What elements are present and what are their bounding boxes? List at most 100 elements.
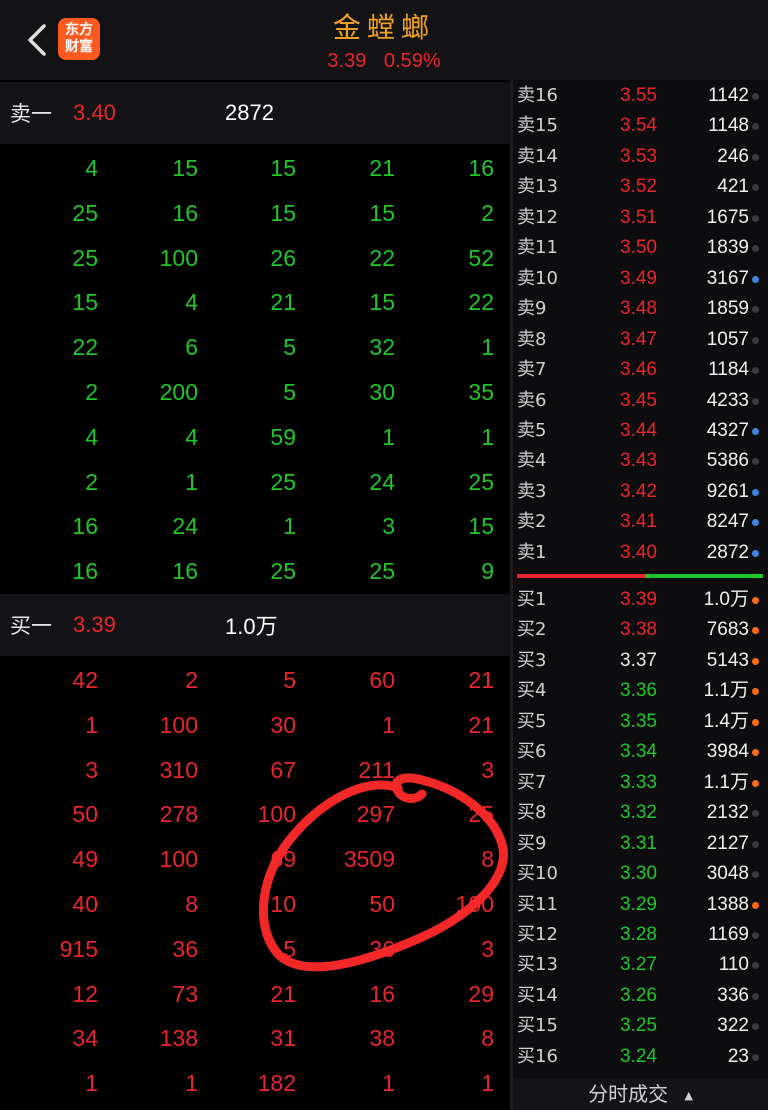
queue-order-size: 297: [356, 801, 395, 828]
level-price: 3.28: [620, 923, 657, 945]
queue-order-size: 211: [358, 756, 395, 783]
queue-order-size: 1: [283, 513, 296, 540]
queue-row: 1 1 182 1 1: [0, 1061, 510, 1106]
level-volume: 1142: [708, 85, 749, 106]
price-summary: 3.39 0.59%: [0, 50, 768, 73]
order-book-level[interactable]: 卖1 3.40 2872: [513, 538, 768, 569]
queue-order-size: 1: [481, 423, 494, 450]
order-book-level[interactable]: 卖10 3.49 3167: [513, 264, 768, 295]
order-book-level[interactable]: 卖11 3.50 1839: [513, 233, 768, 264]
order-book-level[interactable]: 卖14 3.53 246: [513, 142, 768, 173]
caret-up-icon: ▲: [684, 1088, 693, 1102]
queue-row: 40 8 10 50 100: [0, 882, 510, 927]
queue-order-size: 49: [72, 846, 98, 873]
order-book-level[interactable]: 卖3 3.42 9261: [513, 477, 768, 508]
level-label: 买11: [517, 893, 558, 915]
queue-order-size: 21: [468, 667, 494, 693]
queue-order-size: 100: [159, 846, 198, 873]
order-book-level[interactable]: 卖9 3.48 1859: [513, 294, 768, 325]
order-book-level[interactable]: 卖4 3.43 5386: [513, 446, 768, 477]
queue-order-size: 21: [369, 155, 395, 181]
order-book-level[interactable]: 买4 3.36 1.1万: [513, 676, 768, 707]
order-book-level[interactable]: 买16 3.24 23: [513, 1042, 768, 1073]
buy-one-row[interactable]: 买一 3.39 1.0万: [0, 594, 510, 656]
order-book-level[interactable]: 买14 3.26 336: [513, 981, 768, 1012]
queue-order-size: 1: [382, 711, 395, 738]
queue-row: 22 6 5 32 1: [0, 325, 510, 370]
order-book-level[interactable]: 卖5 3.44 4327: [513, 416, 768, 447]
queue-row: 16 16 25 25 9: [0, 549, 510, 594]
order-book-level[interactable]: 买6 3.34 3984: [513, 737, 768, 768]
level-label: 卖13: [517, 176, 558, 198]
level-volume: 2872: [706, 541, 749, 563]
order-book-level[interactable]: 买15 3.25 322: [513, 1011, 768, 1042]
order-book-level[interactable]: 买13 3.27 110: [513, 950, 768, 981]
level-label: 买2: [517, 619, 547, 641]
level-indicator-dot-icon: [752, 549, 759, 557]
order-book-level[interactable]: 卖6 3.45 4233: [513, 386, 768, 417]
stock-name: 金螳螂: [332, 11, 435, 44]
queue-row: 15 4 21 15 22: [0, 280, 510, 325]
queue-order-size: 30: [369, 379, 395, 405]
order-book-level[interactable]: 卖2 3.41 8247: [513, 507, 768, 538]
level-volume: 2127: [706, 832, 749, 854]
queue-order-size: 38: [369, 1025, 395, 1052]
order-book-level[interactable]: 买10 3.30 3048: [513, 859, 768, 890]
order-book-level[interactable]: 买1 3.39 1.0万: [513, 585, 768, 616]
level-indicator-dot-icon: [752, 519, 759, 527]
queue-order-size: 5: [283, 379, 296, 405]
queue-order-size: 16: [72, 513, 98, 540]
queue-row: 25 100 26 22 52: [0, 236, 510, 281]
queue-order-size: 31: [270, 1025, 296, 1052]
queue-order-size: 2: [85, 379, 98, 405]
bid-ask-ratio-bar: [517, 574, 763, 578]
order-book-level[interactable]: 卖12 3.51 1675: [513, 203, 768, 234]
queue-order-size: 69: [270, 846, 296, 873]
order-book-level[interactable]: 卖16 3.55 1142: [513, 81, 768, 112]
level-volume: 1.1万: [703, 680, 749, 702]
queue-order-size: 15: [72, 289, 98, 316]
order-book-level[interactable]: 买8 3.32 2132: [513, 798, 768, 829]
order-book-level[interactable]: 卖15 3.54 1148: [513, 111, 768, 142]
tick-trades-toggle[interactable]: 分时成交 ▲: [513, 1078, 768, 1110]
queue-order-size: 138: [159, 1025, 198, 1052]
level-price: 3.43: [620, 450, 657, 472]
current-price: 3.39: [327, 50, 367, 72]
order-book-level[interactable]: 买2 3.38 7683: [513, 615, 768, 646]
level-label: 买14: [517, 984, 558, 1006]
level-volume: 246: [717, 145, 749, 167]
level-volume: 1675: [706, 206, 749, 228]
queue-row: 1 100 30 1 21: [0, 703, 510, 748]
queue-order-size: 200: [159, 379, 198, 405]
sell-one-row[interactable]: 卖一 3.40 2872: [0, 82, 510, 144]
queue-order-size: 24: [369, 468, 395, 495]
queue-order-size: 16: [172, 558, 198, 585]
level-price: 3.33: [620, 771, 657, 793]
queue-order-size: 25: [369, 558, 395, 585]
queue-row: 42 2 5 60 21: [0, 658, 510, 703]
queue-order-size: 25: [270, 468, 296, 495]
level-price: 3.54: [620, 115, 657, 137]
order-book-level[interactable]: 买12 3.28 1169: [513, 920, 768, 951]
order-book-level[interactable]: 买11 3.29 1388: [513, 890, 768, 921]
level-indicator-dot-icon: [752, 901, 759, 909]
order-book-level[interactable]: 买7 3.33 1.1万: [513, 768, 768, 799]
queue-order-size: 1: [85, 1070, 98, 1097]
level-label: 买9: [517, 832, 547, 854]
level-price: 3.26: [620, 984, 657, 1006]
queue-order-size: 3509: [343, 846, 395, 873]
order-book-level[interactable]: 卖13 3.52 421: [513, 172, 768, 203]
order-book-level[interactable]: 卖8 3.47 1057: [513, 325, 768, 356]
queue-order-size: 15: [369, 199, 395, 226]
order-book-level[interactable]: 卖7 3.46 1184: [513, 355, 768, 386]
queue-order-size: 5: [283, 935, 296, 962]
order-book-level[interactable]: 买5 3.35 1.4万: [513, 707, 768, 738]
order-book-level[interactable]: 买9 3.31 2127: [513, 829, 768, 860]
level-price: 3.48: [620, 298, 657, 320]
queue-order-size: 21: [270, 980, 296, 1007]
level-price: 3.44: [620, 419, 657, 441]
change-percent: 0.59%: [383, 50, 441, 72]
level-volume: 23: [727, 1045, 749, 1067]
order-book-level[interactable]: 买3 3.37 5143: [513, 646, 768, 677]
level-label: 卖5: [517, 419, 547, 441]
